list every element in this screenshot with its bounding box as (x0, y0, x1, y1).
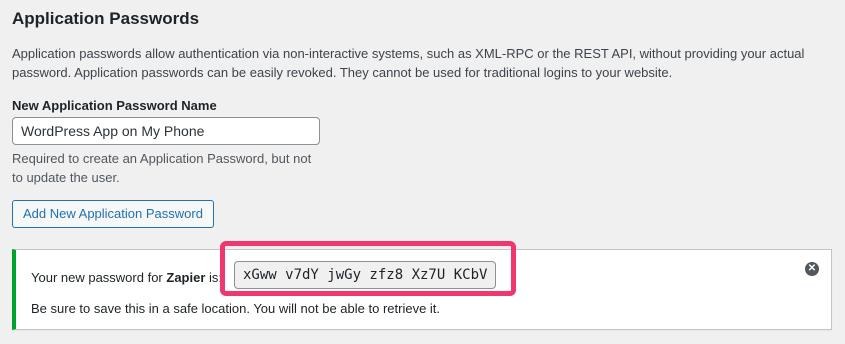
save-warning-text: Be sure to save this in a safe location.… (31, 301, 441, 316)
section-description: Application passwords allow authenticati… (12, 46, 805, 80)
section-title: Application Passwords (12, 9, 200, 28)
new-password-message: Your new password for Zapier is: (31, 269, 222, 287)
application-name: Zapier (166, 270, 206, 285)
new-password-notice: Your new password for Zapier is: xGww v7… (12, 241, 832, 330)
name-field-label: New Application Password Name (12, 98, 217, 113)
add-new-application-password-button[interactable]: Add New Application Password (12, 200, 214, 228)
name-help-text: Required to create an Application Passwo… (12, 151, 312, 185)
new-password-prefix: Your new password for (31, 270, 167, 285)
close-circle-icon[interactable]: ✕ (805, 262, 819, 276)
new-password-suffix: is: (205, 270, 223, 285)
new-password-value[interactable]: xGww v7dY jwGy zfz8 Xz7U KCbV (234, 261, 497, 289)
application-name-input[interactable] (12, 117, 320, 145)
